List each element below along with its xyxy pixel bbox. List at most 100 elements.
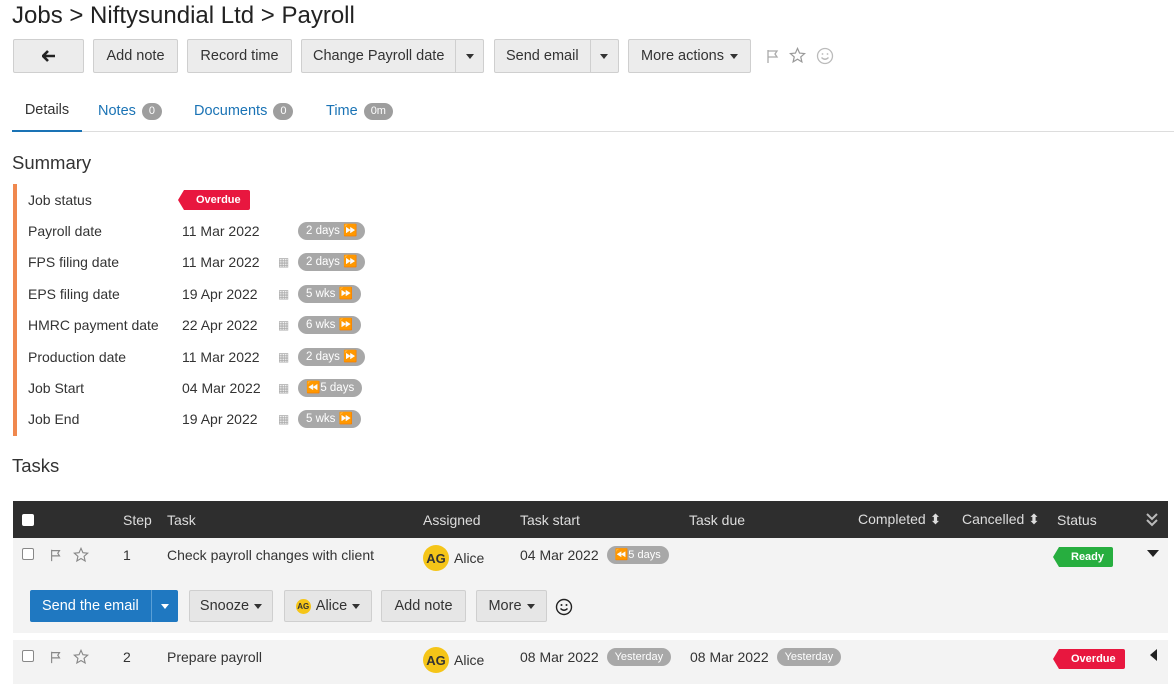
tab-label: Time <box>326 103 358 119</box>
star-icon[interactable] <box>789 47 806 64</box>
send-email-dropdown[interactable] <box>590 39 619 73</box>
relative-date-pill: 5 wks ⏩ <box>298 285 361 303</box>
summary-label: Payroll date <box>28 223 102 239</box>
relative-date-pill: Yesterday <box>606 648 672 666</box>
task-assignee[interactable]: AG Alice <box>423 647 484 673</box>
add-note-button[interactable]: Add note <box>93 39 178 73</box>
relative-date-pill: Yesterday <box>776 648 842 666</box>
flag-icon[interactable] <box>49 548 63 562</box>
calendar-icon[interactable]: ▦ <box>278 412 298 426</box>
summary-row-fps-filing-date: FPS filing date 11 Mar 2022 ▦ 2 days ⏩ <box>28 251 366 273</box>
summary-row-job-end: Job End 19 Apr 2022 ▦ 5 wks ⏩ <box>28 408 361 430</box>
summary-value: 19 Apr 2022 <box>182 286 258 302</box>
tab-count-badge: 0 <box>141 102 163 120</box>
avatar: AG <box>423 545 449 571</box>
select-all-checkbox[interactable] <box>22 501 34 538</box>
column-completed[interactable]: Completed ⬍ <box>858 501 941 538</box>
star-icon[interactable] <box>73 649 89 665</box>
row-checkbox[interactable] <box>22 548 34 560</box>
summary-label: Job Start <box>28 380 85 396</box>
snooze-button[interactable]: Snooze <box>189 590 273 622</box>
tab-time[interactable]: Time 0m <box>326 90 393 132</box>
back-button[interactable] <box>13 39 84 73</box>
task-due-date: 08 Mar 2022 <box>690 649 769 665</box>
task-step: 2 <box>123 649 131 665</box>
caret-down-icon <box>465 53 474 59</box>
summary-heading: Summary <box>12 152 92 173</box>
summary-value: 22 Apr 2022 <box>182 317 258 333</box>
tab-documents[interactable]: Documents 0 <box>194 90 294 132</box>
table-row[interactable]: 2 Prepare payroll AG Alice 08 Mar 2022 Y… <box>13 640 1168 684</box>
relative-date-pill: ⏪5 days <box>298 379 363 397</box>
tasks-heading: Tasks <box>12 455 60 476</box>
task-name[interactable]: Check payroll changes with client <box>167 547 374 563</box>
summary-row-hmrc-payment-date: HMRC payment date 22 Apr 2022 ▦ 6 wks ⏩ <box>28 314 361 336</box>
summary-label: Job End <box>28 411 80 427</box>
caret-down-icon <box>254 603 263 609</box>
calendar-icon[interactable]: ▦ <box>278 255 298 269</box>
tab-notes[interactable]: Notes 0 <box>98 90 163 132</box>
smiley-icon[interactable] <box>555 598 573 616</box>
summary-row-payroll-date: Payroll date 11 Mar 2022 2 days ⏩ <box>28 220 366 242</box>
avatar: AG <box>295 598 311 614</box>
calendar-icon[interactable]: ▦ <box>278 287 298 301</box>
task-start-date: 08 Mar 2022 <box>520 649 599 665</box>
task-due: 08 Mar 2022 Yesterday <box>690 648 842 666</box>
change-payroll-date-dropdown[interactable] <box>456 39 485 73</box>
flag-icon[interactable] <box>765 48 781 64</box>
assignee-name: Alice <box>454 550 485 566</box>
avatar: AG <box>423 647 449 673</box>
calendar-icon[interactable]: ▦ <box>278 350 298 364</box>
caret-down-icon <box>526 603 535 609</box>
star-icon[interactable] <box>73 547 89 563</box>
send-the-email-button[interactable]: Send the email <box>30 590 151 622</box>
summary-value: 19 Apr 2022 <box>182 411 258 427</box>
more-actions-button[interactable]: More actions <box>628 39 751 73</box>
send-the-email-dropdown[interactable] <box>150 590 178 622</box>
column-assigned: Assigned <box>423 511 481 528</box>
column-cancelled[interactable]: Cancelled ⬍ <box>962 501 1040 538</box>
tab-label: Notes <box>98 103 136 119</box>
send-email-split: Send email <box>494 39 619 73</box>
caret-down-icon <box>352 603 361 609</box>
summary-accent-bar <box>13 184 17 436</box>
smiley-icon[interactable] <box>816 47 834 65</box>
expand-row-icon[interactable] <box>1150 649 1158 661</box>
relative-date-pill: 5 wks ⏩ <box>298 410 361 428</box>
more-actions-label: More actions <box>640 48 724 64</box>
task-assignee[interactable]: AG Alice <box>423 545 484 571</box>
assignee-name: Alice <box>454 652 485 668</box>
tab-details[interactable]: Details <box>12 90 82 132</box>
row-checkbox[interactable] <box>22 650 34 662</box>
task-status: Ready <box>1052 547 1114 567</box>
table-row[interactable]: 1 Check payroll changes with client AG A… <box>13 538 1168 633</box>
record-time-button[interactable]: Record time <box>187 39 292 73</box>
collapse-row-icon[interactable] <box>1147 550 1159 558</box>
summary-value: 04 Mar 2022 <box>182 380 261 396</box>
relative-date-pill: 2 days ⏩ <box>298 253 366 271</box>
task-start: 08 Mar 2022 Yesterday <box>520 648 672 666</box>
task-more-button[interactable]: More <box>476 590 547 622</box>
assign-label: Alice <box>315 598 348 614</box>
column-task-start: Task start <box>520 511 580 528</box>
calendar-icon[interactable]: ▦ <box>278 381 298 395</box>
status-badge: Overdue <box>1053 649 1125 669</box>
change-payroll-date-button[interactable]: Change Payroll date <box>301 39 457 73</box>
calendar-icon[interactable]: ▦ <box>278 318 298 332</box>
summary-row-job-status: Job status Overdue <box>28 189 250 211</box>
column-status: Status <box>1057 511 1097 528</box>
summary-label: FPS filing date <box>28 254 120 270</box>
caret-down-icon <box>160 603 169 609</box>
task-add-note-button[interactable]: Add note <box>381 590 466 622</box>
collapse-all-icon[interactable] <box>1146 501 1158 538</box>
task-status: Overdue <box>1053 649 1125 669</box>
assign-button[interactable]: AG Alice <box>284 590 372 622</box>
tab-label: Details <box>24 102 70 118</box>
flag-icon[interactable] <box>49 650 63 664</box>
summary-row-eps-filing-date: EPS filing date 19 Apr 2022 ▦ 5 wks ⏩ <box>28 283 361 305</box>
tab-bar: Details Notes 0 Documents 0 Time 0m <box>12 90 1174 132</box>
send-the-email-split: Send the email <box>30 590 178 622</box>
task-name[interactable]: Prepare payroll <box>167 649 262 665</box>
summary-row-production-date: Production date 11 Mar 2022 ▦ 2 days ⏩ <box>28 346 366 368</box>
send-email-button[interactable]: Send email <box>494 39 591 73</box>
